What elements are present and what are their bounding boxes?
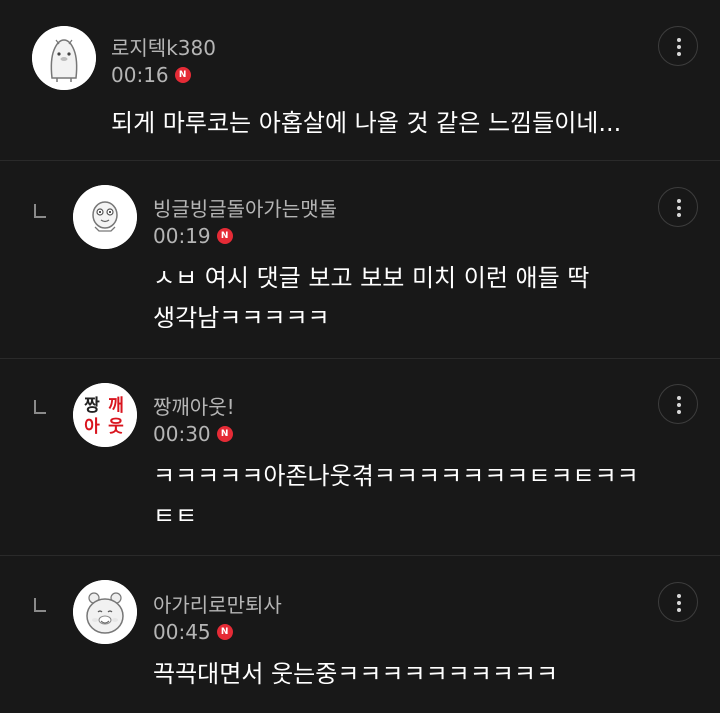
cartoon-face-icon [73, 185, 137, 249]
comment-text-line: ㅅㅂ 여시 댓글 보고 보보 미치 이런 애들 딱 [153, 264, 590, 292]
comment-item: 로지텍k380 00:16 N 되게 마루코는 아홉살에 나올 것 같은 느낌들… [0, 0, 720, 161]
reply-item: 짱 깨 아 웃 짱깨아웃! 00:30 N ㅋㅋㅋㅋㅋ아존나웃겪ㅋㅋㅋㅋㅋㅋㅋㅌ… [0, 359, 720, 556]
username[interactable]: 아가리로만퇴사 [153, 589, 282, 618]
comment-text: ㅋㅋㅋㅋㅋ아존나웃겪ㅋㅋㅋㅋㅋㅋㅋㅌㅋㅌㅋㅋ ㅌㅌ [153, 456, 639, 536]
comment-text-line: 되게 마루코는 아홉살에 나올 것 같은 느낌들이네... [111, 109, 622, 137]
avatar[interactable] [73, 580, 137, 644]
text-logo-icon: 짱 깨 아 웃 [73, 383, 137, 447]
comment-text-line: 생각남ㅋㅋㅋㅋㅋ [153, 304, 330, 332]
reply-arrow-icon [34, 204, 46, 218]
reply-item: 빙글빙글돌아가는맷돌 00:19 N ㅅㅂ 여시 댓글 보고 보보 미치 이런 … [0, 161, 720, 359]
avatar[interactable] [32, 26, 96, 90]
avatar[interactable] [73, 185, 137, 249]
avatar-text: 짱 [84, 396, 100, 416]
more-vertical-icon [677, 396, 681, 400]
new-badge: N [216, 426, 233, 442]
hamster-character-icon [73, 580, 137, 644]
new-badge: N [174, 67, 191, 83]
more-vertical-icon [677, 199, 681, 203]
comment-meta: 00:45 N [153, 620, 233, 644]
comment-list: 로지텍k380 00:16 N 되게 마루코는 아홉살에 나올 것 같은 느낌들… [0, 0, 720, 713]
penguin-character-icon [32, 26, 96, 90]
comment-meta: 00:19 N [153, 224, 233, 248]
reply-arrow-icon [34, 400, 46, 414]
timestamp: 00:45 [153, 620, 211, 644]
comment-text-line: 끅끅대면서 웃는중ㅋㅋㅋㅋㅋㅋㅋㅋㅋㅋ [153, 660, 559, 688]
comment-text: 되게 마루코는 아홉살에 나올 것 같은 느낌들이네... [111, 103, 621, 143]
more-options-button[interactable] [658, 384, 698, 424]
comment-text: 끅끅대면서 웃는중ㅋㅋㅋㅋㅋㅋㅋㅋㅋㅋ [153, 654, 558, 694]
more-options-button[interactable] [658, 187, 698, 227]
avatar[interactable]: 짱 깨 아 웃 [73, 383, 137, 447]
username[interactable]: 짱깨아웃! [153, 391, 235, 420]
timestamp: 00:16 [111, 63, 169, 87]
username[interactable]: 로지텍k380 [111, 32, 216, 61]
new-badge: N [216, 624, 233, 640]
timestamp: 00:19 [153, 224, 211, 248]
avatar-text: 깨 [108, 396, 124, 416]
comment-meta: 00:30 N [153, 422, 233, 446]
reply-arrow-icon [34, 598, 46, 612]
avatar-text: 웃 [108, 417, 124, 437]
comment-text-line: ㅋㅋㅋㅋㅋ아존나웃겪ㅋㅋㅋㅋㅋㅋㅋㅌㅋㅌㅋㅋ [153, 462, 639, 490]
more-options-button[interactable] [658, 26, 698, 66]
timestamp: 00:30 [153, 422, 211, 446]
more-options-button[interactable] [658, 582, 698, 622]
comment-text-line: ㅌㅌ [153, 502, 198, 530]
comment-text: ㅅㅂ 여시 댓글 보고 보보 미치 이런 애들 딱 생각남ㅋㅋㅋㅋㅋ [153, 258, 589, 338]
new-badge: N [216, 228, 233, 244]
reply-item: 아가리로만퇴사 00:45 N 끅끅대면서 웃는중ㅋㅋㅋㅋㅋㅋㅋㅋㅋㅋ [0, 556, 720, 713]
more-vertical-icon [677, 38, 681, 42]
username[interactable]: 빙글빙글돌아가는맷돌 [153, 193, 337, 222]
more-vertical-icon [677, 594, 681, 598]
comment-meta: 00:16 N [111, 63, 191, 87]
avatar-text: 아 [84, 417, 100, 437]
